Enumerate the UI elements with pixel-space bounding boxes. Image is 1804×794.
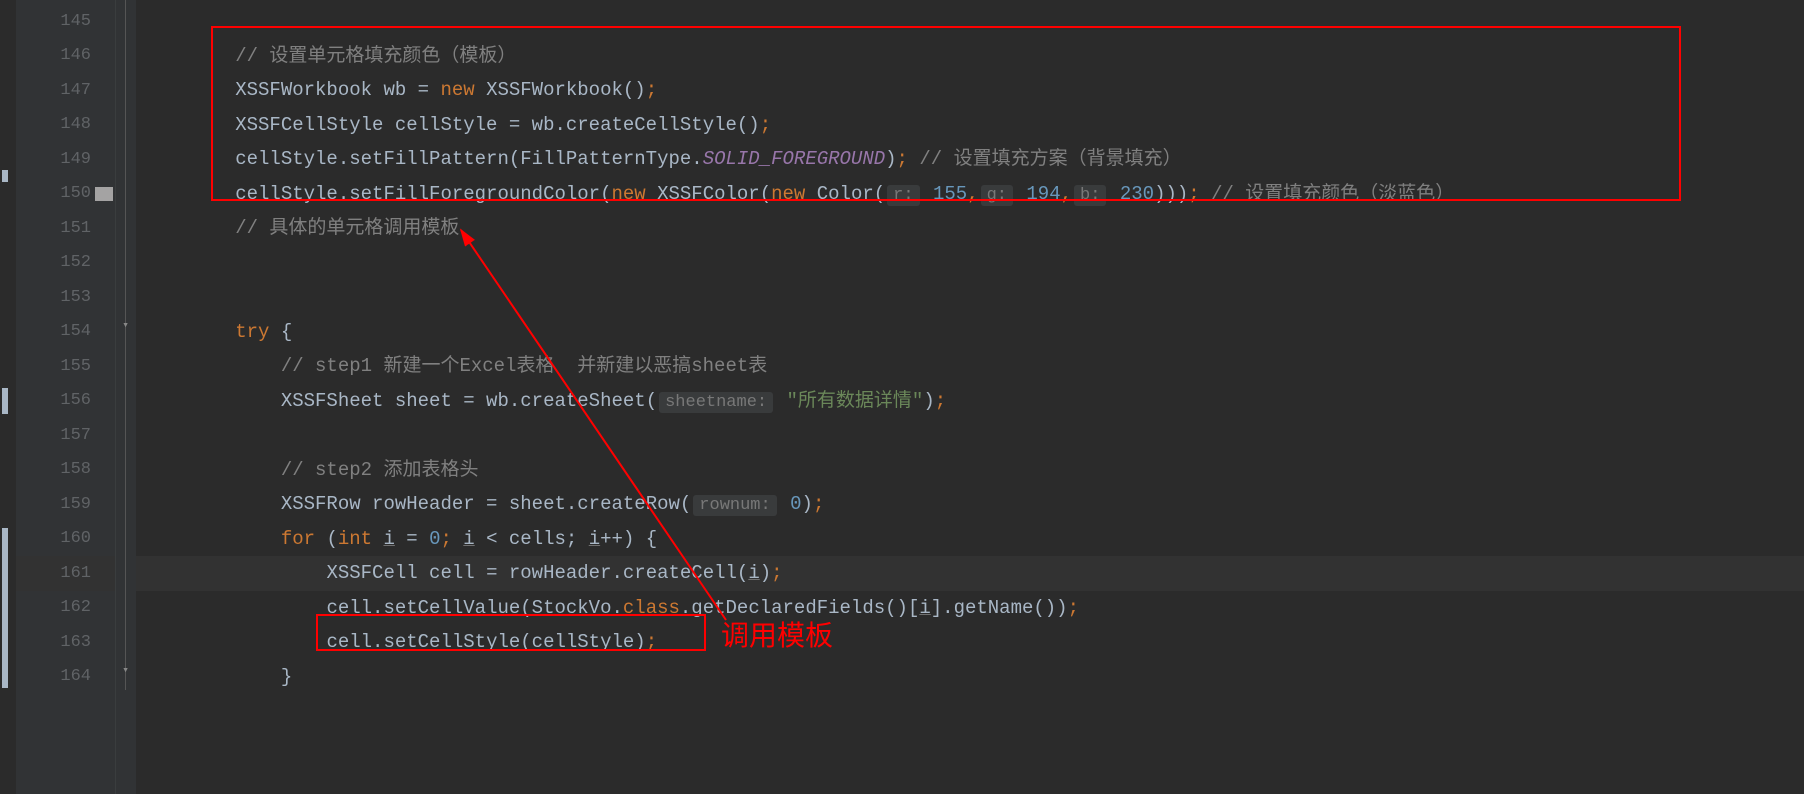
code-line[interactable]: // 设置单元格填充颜色（模板） <box>136 39 1804 74</box>
code-line[interactable]: try { <box>136 315 1804 350</box>
stripe-mark <box>2 388 8 414</box>
line-number: 156 <box>16 391 105 410</box>
line-number: 157 <box>16 426 105 445</box>
code-line[interactable]: XSSFWorkbook wb = new XSSFWorkbook(); <box>136 73 1804 108</box>
code-line[interactable]: // 具体的单元格调用模板 <box>136 211 1804 246</box>
editor-stripe <box>0 0 16 794</box>
code-line[interactable] <box>136 246 1804 281</box>
line-number: 147 <box>16 81 105 100</box>
code-line[interactable]: XSSFSheet sheet = wb.createSheet(sheetna… <box>136 384 1804 419</box>
line-number: 161 <box>16 564 105 583</box>
code-line[interactable] <box>136 280 1804 315</box>
code-line[interactable]: // step2 添加表格头 <box>136 453 1804 488</box>
line-number: 154 <box>16 322 105 341</box>
param-hint: rownum: <box>693 495 776 516</box>
fold-column[interactable]: ▾ ▾ <box>116 0 136 794</box>
param-hint: r: <box>887 185 919 206</box>
stripe-mark <box>2 170 8 182</box>
code-content[interactable]: // 设置单元格填充颜色（模板） XSSFWorkbook wb = new X… <box>136 0 1804 794</box>
code-line[interactable]: cell.setCellValue(StockVo.class.getDecla… <box>136 591 1804 626</box>
code-line[interactable]: // step1 新建一个Excel表格 并新建以恶搞sheet表 <box>136 349 1804 384</box>
line-number: 155 <box>16 357 105 376</box>
bookmark-marker[interactable] <box>95 187 113 201</box>
fold-toggle-icon[interactable]: ▾ <box>119 665 132 678</box>
line-number: 146 <box>16 46 105 65</box>
code-line[interactable]: XSSFRow rowHeader = sheet.createRow(rown… <box>136 487 1804 522</box>
param-hint: b: <box>1074 185 1106 206</box>
line-number: 153 <box>16 288 105 307</box>
line-number: 145 <box>16 12 105 31</box>
code-line[interactable]: cellStyle.setFillPattern(FillPatternType… <box>136 142 1804 177</box>
line-number: 149 <box>16 150 105 169</box>
line-number: 164 <box>16 667 105 686</box>
fold-toggle-icon[interactable]: ▾ <box>119 320 132 333</box>
code-line[interactable] <box>136 4 1804 39</box>
code-line[interactable] <box>136 418 1804 453</box>
code-line[interactable]: XSSFCellStyle cellStyle = wb.createCellS… <box>136 108 1804 143</box>
code-line[interactable]: for (int i = 0; i < cells; i++) { <box>136 522 1804 557</box>
code-line[interactable]: XSSFCell cell = rowHeader.createCell(i); <box>136 556 1804 591</box>
line-number: 163 <box>16 633 105 652</box>
line-number: 159 <box>16 495 105 514</box>
fold-guide <box>125 0 126 690</box>
stripe-mark <box>2 528 8 688</box>
line-number: 152 <box>16 253 105 272</box>
param-hint: g: <box>981 185 1013 206</box>
line-number: 158 <box>16 460 105 479</box>
line-number: 148 <box>16 115 105 134</box>
param-hint: sheetname: <box>659 392 773 413</box>
line-number: 151 <box>16 219 105 238</box>
code-line[interactable]: cellStyle.setFillForegroundColor(new XSS… <box>136 177 1804 212</box>
line-number: 162 <box>16 598 105 617</box>
gutter[interactable]: 145 146 147 148 149 150 151 152 153 154 … <box>16 0 116 794</box>
code-line[interactable]: } <box>136 660 1804 695</box>
line-number: 150 <box>16 184 105 203</box>
line-number: 160 <box>16 529 105 548</box>
code-editor[interactable]: 145 146 147 148 149 150 151 152 153 154 … <box>0 0 1804 794</box>
code-line[interactable]: cell.setCellStyle(cellStyle); <box>136 625 1804 660</box>
